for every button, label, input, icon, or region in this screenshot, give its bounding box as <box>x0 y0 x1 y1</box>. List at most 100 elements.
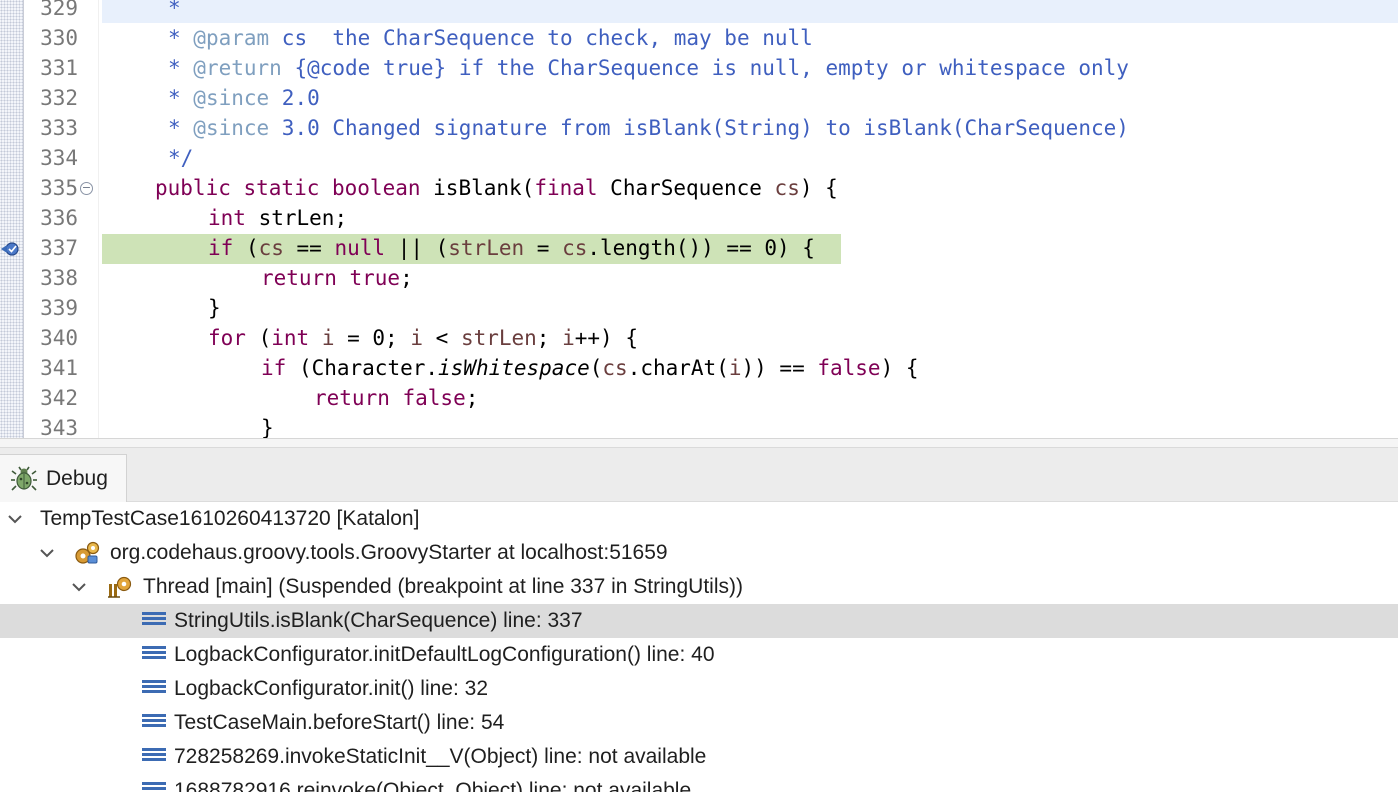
local-variable: i <box>562 326 575 350</box>
javadoc-text: * <box>168 116 194 140</box>
line-number: 332 <box>40 86 78 110</box>
stack-frame-icon <box>142 748 166 766</box>
breakpoint-current-instruction-icon[interactable] <box>0 239 22 259</box>
code-text: CharSequence <box>597 176 775 200</box>
local-variable: i <box>321 326 335 350</box>
code-text: ( <box>245 326 272 350</box>
local-variable: cs <box>602 356 628 380</box>
tab-debug[interactable]: Debug <box>0 454 127 502</box>
stack-frame-row[interactable]: StringUtils.isBlank(CharSequence) line: … <box>0 604 1398 638</box>
line-number: 330 <box>40 26 78 50</box>
keyword: null <box>334 236 386 260</box>
code-line: for (int i = 0; i < strLen; i++) { <box>208 323 638 353</box>
local-variable: i <box>410 326 423 350</box>
local-variable: cs <box>562 236 588 260</box>
stack-frame-icon <box>142 612 166 630</box>
line-number: 335 <box>40 176 78 200</box>
stack-frame-icon <box>142 680 166 698</box>
tree-item-debug-target[interactable]: org.codehaus.groovy.tools.GroovyStarter … <box>0 536 1398 570</box>
debug-target-label: org.codehaus.groovy.tools.GroovyStarter … <box>110 541 668 564</box>
code-text: = 0; <box>334 326 411 350</box>
javadoc-text: * <box>168 0 181 20</box>
code-line: } <box>261 413 274 438</box>
javadoc-tag: @return <box>193 56 282 80</box>
code-line: */ <box>168 143 193 173</box>
stack-frame-row[interactable]: TestCaseMain.beforeStart() line: 54 <box>0 706 1398 740</box>
code-line: * @param cs the CharSequence to check, m… <box>168 23 813 53</box>
stack-frame-label: StringUtils.isBlank(CharSequence) line: … <box>174 609 583 632</box>
line-number: 331 <box>40 56 78 80</box>
line-number: 340 <box>40 326 78 350</box>
local-variable: cs <box>258 236 284 260</box>
code-text: ; <box>536 326 563 350</box>
debug-view-tab-bar: Debug <box>0 448 1398 502</box>
code-text: ) { <box>799 176 838 200</box>
local-variable: strLen <box>448 236 525 260</box>
stack-frame-label: 1688782916.reinvoke(Object, Object) line… <box>174 779 692 792</box>
keyword: for <box>208 326 246 350</box>
stack-frame-row[interactable]: 1688782916.reinvoke(Object, Object) line… <box>0 774 1398 792</box>
java-process-gears-icon <box>75 541 100 564</box>
code-text: .length()) == 0) { <box>587 236 815 260</box>
keyword: return false <box>314 386 466 410</box>
javadoc-text: * <box>168 56 194 80</box>
code-text: ; <box>465 386 479 410</box>
tree-item-launch[interactable]: TempTestCase1610260413720 [Katalon] <box>0 502 1398 536</box>
stack-frame-row[interactable]: LogbackConfigurator.init() line: 32 <box>0 672 1398 706</box>
code-text: ++) { <box>574 326 638 350</box>
javadoc-tag: @since <box>193 116 270 140</box>
code-text: } <box>261 416 274 438</box>
panel-splitter[interactable] <box>0 438 1398 448</box>
tab-debug-label: Debug <box>46 466 108 490</box>
chevron-down-icon[interactable] <box>68 570 90 604</box>
javadoc-text: * <box>168 26 194 50</box>
code-line: * @since 2.0 <box>168 83 320 113</box>
code-line: * @return {@code true} if the CharSequen… <box>168 53 1129 83</box>
code-text: .charAt( <box>627 356 729 380</box>
stack-frame-row[interactable]: 728258269.invokeStaticInit__V(Object) li… <box>0 740 1398 774</box>
thread-label: Thread [main] (Suspended (breakpoint at … <box>143 575 743 598</box>
suspended-thread-icon <box>108 576 132 598</box>
code-text: isBlank( <box>420 176 535 200</box>
code-text: ) { <box>880 356 919 380</box>
code-text-area[interactable]: * * @param cs the CharSequence to check,… <box>102 0 1398 438</box>
stack-frame-label: TestCaseMain.beforeStart() line: 54 <box>174 711 505 734</box>
collapse-fold-icon[interactable]: − <box>80 182 93 195</box>
stack-frame-icon <box>142 646 166 664</box>
stack-frame-row[interactable]: LogbackConfigurator.initDefaultLogConfig… <box>0 638 1398 672</box>
line-number: 329 <box>40 0 78 20</box>
chevron-down-icon[interactable] <box>36 536 58 570</box>
code-line: * @since 3.0 Changed signature from isBl… <box>168 113 1129 143</box>
bug-icon <box>11 466 37 491</box>
parameter-name: cs <box>774 176 800 200</box>
code-line: if (Character.isWhitespace(cs.charAt(i))… <box>261 353 919 383</box>
code-editor[interactable]: 329 330 331 332 333 334 335 − 336 337 33… <box>0 0 1398 438</box>
chevron-down-icon[interactable] <box>4 502 26 536</box>
keyword: false <box>817 356 881 380</box>
breakpoint-gutter[interactable] <box>0 0 24 438</box>
code-text: || ( <box>385 236 449 260</box>
code-text: < <box>423 326 461 350</box>
tree-item-thread[interactable]: Thread [main] (Suspended (breakpoint at … <box>0 570 1398 604</box>
code-line-current: if (cs == null || (strLen = cs.length())… <box>208 233 815 263</box>
keyword: final <box>534 176 598 200</box>
stack-frame-label: LogbackConfigurator.initDefaultLogConfig… <box>174 643 715 666</box>
code-text: ( <box>589 356 603 380</box>
code-text: (Character. <box>286 356 439 380</box>
keyword: return true <box>261 266 401 290</box>
line-number: 338 <box>40 266 78 290</box>
code-text: = <box>524 236 563 260</box>
javadoc-text: 3.0 Changed signature from isBlank(Strin… <box>269 116 1129 140</box>
stack-frame-icon <box>142 714 166 732</box>
keyword: public static boolean <box>155 176 421 200</box>
stack-frame-icon <box>142 782 166 792</box>
javadoc-tag: @since <box>193 86 270 110</box>
code-line: return false; <box>314 383 478 413</box>
line-number: 334 <box>40 146 78 170</box>
code-text: == <box>283 236 335 260</box>
javadoc-text: 2.0 <box>269 86 320 110</box>
line-number: 339 <box>40 296 78 320</box>
javadoc-text: cs the CharSequence to check, may be nul… <box>269 26 813 50</box>
line-number: 343 <box>40 416 78 438</box>
